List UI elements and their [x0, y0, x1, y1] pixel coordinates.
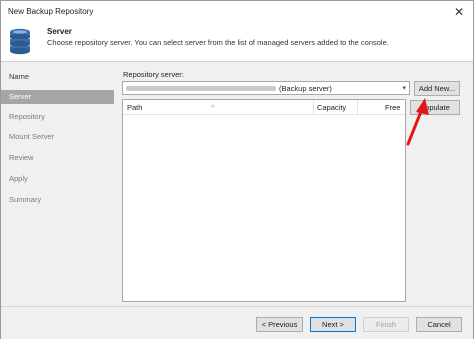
wizard-footer: < Previous Next > Finish Cancel	[1, 306, 473, 339]
previous-button[interactable]: < Previous	[256, 317, 303, 332]
cancel-button[interactable]: Cancel	[416, 317, 462, 332]
next-button[interactable]: Next >	[310, 317, 356, 332]
finish-button: Finish	[363, 317, 409, 332]
red-arrow-annotation	[406, 98, 429, 146]
new-backup-repository-window: New Backup Repository ✕ Server Choose re…	[0, 0, 474, 339]
